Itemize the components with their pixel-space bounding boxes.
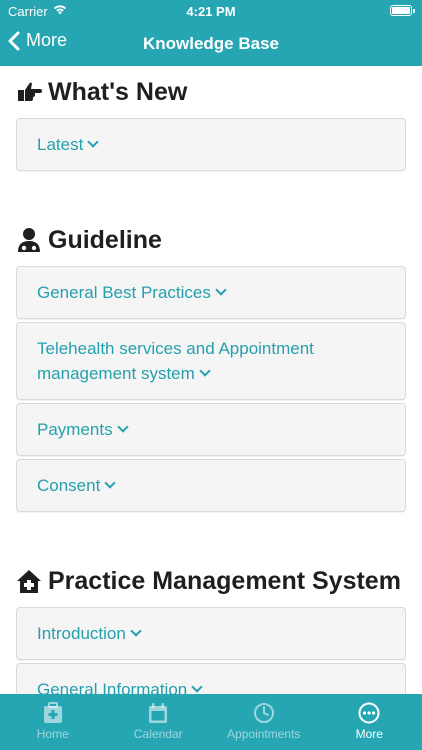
section-title-practice-management: Practice Management System xyxy=(0,565,422,597)
page-title: Knowledge Base xyxy=(142,34,280,53)
medical-kit-icon xyxy=(43,702,62,723)
accordion-label: Introduction xyxy=(37,624,126,643)
tab-label: Calendar xyxy=(133,727,183,741)
navigation-bar: More Knowledge Base xyxy=(0,26,422,64)
accordion-label: Latest xyxy=(37,135,84,154)
tab-calendar[interactable]: Calendar xyxy=(106,694,212,750)
chevron-down-icon xyxy=(191,681,203,693)
status-bar: Carrier 4:21 PM xyxy=(0,0,422,24)
section-title-guideline: Guideline xyxy=(0,224,422,256)
accordion-label: Consent xyxy=(37,476,101,495)
tab-home[interactable]: Home xyxy=(0,694,106,750)
top-bar: Carrier 4:21 PM More Knowledge Base xyxy=(0,0,422,66)
clinic-house-icon xyxy=(17,570,41,593)
section-title-whats-new: What's New xyxy=(0,76,422,108)
tab-label: Home xyxy=(36,727,69,741)
clock-icon xyxy=(253,703,274,723)
tab-label: More xyxy=(355,727,383,741)
tab-label: Appointments xyxy=(227,727,301,741)
section-title-text: What's New xyxy=(48,78,188,106)
chevron-down-icon xyxy=(116,421,129,433)
accordion-label: General Information xyxy=(37,680,188,694)
knowledge-base-content[interactable]: What's New Latest Guideline General Best… xyxy=(0,66,422,694)
accordion-introduction[interactable]: Introduction xyxy=(16,607,406,660)
accordion-payments[interactable]: Payments xyxy=(16,403,406,456)
accordion-telehealth[interactable]: Telehealth services and Appointment mana… xyxy=(16,322,406,400)
section-title-text: Practice Management System xyxy=(48,567,401,595)
chevron-down-icon xyxy=(215,284,227,296)
tab-more[interactable]: More xyxy=(317,694,422,750)
calendar-icon xyxy=(149,703,168,723)
hand-pointing-right-icon xyxy=(18,82,42,101)
tab-appointments[interactable]: Appointments xyxy=(211,694,317,750)
accordion-label: Payments xyxy=(37,420,113,439)
chevron-down-icon xyxy=(87,136,99,148)
accordion-latest[interactable]: Latest xyxy=(16,118,406,171)
more-dots-icon xyxy=(358,702,380,724)
accordion-general-information[interactable]: General Information xyxy=(16,663,406,694)
section-title-text: Guideline xyxy=(48,226,162,254)
chevron-down-icon xyxy=(199,365,211,377)
accordion-general-best-practices[interactable]: General Best Practices xyxy=(16,266,406,319)
chevron-down-icon xyxy=(130,625,142,637)
accordion-label: Telehealth services and Appointment mana… xyxy=(37,339,314,383)
battery-icon xyxy=(390,5,415,16)
accordion-consent[interactable]: Consent xyxy=(16,459,406,512)
chevron-down-icon xyxy=(104,477,116,489)
user-doctor-icon xyxy=(18,228,40,252)
status-time: 4:21 PM xyxy=(186,4,236,19)
accordion-label: General Best Practices xyxy=(37,283,211,302)
tab-bar: Home Calendar Appointments More xyxy=(0,694,422,750)
